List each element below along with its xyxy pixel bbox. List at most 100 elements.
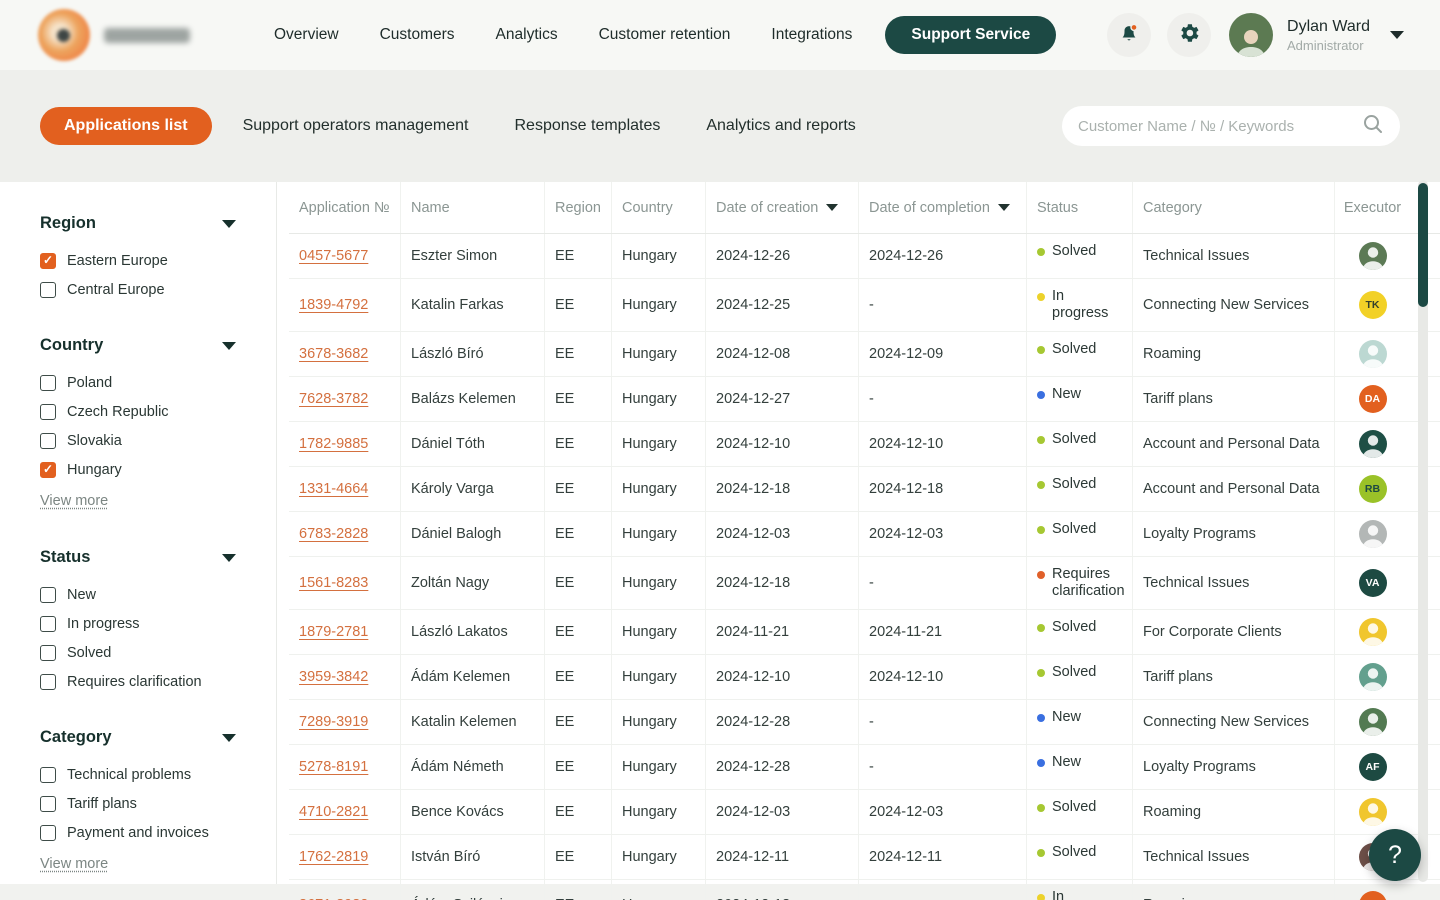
status-dot-icon [1037,436,1045,444]
search-input[interactable] [1078,118,1362,135]
filter-section-title: Category [40,728,112,747]
category-cell: Roaming [1133,790,1335,834]
checkbox[interactable] [40,616,56,632]
executor-initials-avatar[interactable]: TK [1359,291,1387,319]
nav-item-overview[interactable]: Overview [274,26,339,44]
executor-initials-avatar[interactable]: DA [1359,385,1387,413]
date-creation-cell: 2024-12-11 [706,835,859,879]
checkbox[interactable] [40,433,56,449]
filter-option-eastern-europe[interactable]: Eastern Europe [40,253,236,269]
application-link[interactable]: 5278-8191 [299,759,368,775]
status-label: Solved [1052,476,1096,493]
view-more-link[interactable]: View more [40,856,108,872]
filter-section-header[interactable]: Status [40,548,236,567]
status-cell: Solved [1027,422,1133,466]
application-link[interactable]: 3959-3842 [299,669,368,685]
filter-section-header[interactable]: Region [40,214,236,233]
filter-option-requires-clarification[interactable]: Requires clarification [40,674,236,690]
checkbox[interactable] [40,587,56,603]
search-box[interactable] [1062,106,1400,146]
tab-analytics-and-reports[interactable]: Analytics and reports [706,117,855,135]
application-link[interactable]: 1561-8283 [299,575,368,591]
executor-photo-avatar[interactable] [1359,242,1387,270]
checkbox[interactable] [40,767,56,783]
filter-option-czech-republic[interactable]: Czech Republic [40,404,236,420]
filter-option-solved[interactable]: Solved [40,645,236,661]
sort-icon[interactable] [826,204,838,211]
filter-option-payment-and-invoices[interactable]: Payment and invoices [40,825,236,841]
nav-item-analytics[interactable]: Analytics [496,26,558,44]
application-number-cell: 5278-8191 [289,745,401,789]
help-button[interactable]: ? [1369,829,1421,881]
executor-photo-avatar[interactable] [1359,340,1387,368]
application-link[interactable]: 1782-9885 [299,436,368,452]
application-link[interactable]: 6783-2828 [299,526,368,542]
user-avatar[interactable] [1229,13,1273,57]
nav-item-customers[interactable]: Customers [380,26,455,44]
category-cell: Account and Personal Data [1133,422,1335,466]
application-link[interactable]: 1762-2819 [299,849,368,865]
application-link[interactable]: 0457-5677 [299,248,368,264]
checkbox[interactable] [40,645,56,661]
filter-option-technical-problems[interactable]: Technical problems [40,767,236,783]
region-cell: EE [545,790,612,834]
application-link[interactable]: 1879-2781 [299,624,368,640]
executor-initials-avatar[interactable]: JH [1359,891,1387,900]
filter-section-header[interactable]: Category [40,728,236,747]
settings-button[interactable] [1167,13,1211,57]
tab-response-templates[interactable]: Response templates [515,117,661,135]
application-link[interactable]: 7289-3919 [299,714,368,730]
user-menu[interactable]: Dylan Ward Administrator [1287,18,1370,53]
nav-item-customer-retention[interactable]: Customer retention [599,26,731,44]
checkbox[interactable] [40,796,56,812]
filter-option-hungary[interactable]: Hungary [40,462,236,478]
support-service-button[interactable]: Support Service [885,16,1056,54]
executor-photo-avatar[interactable] [1359,430,1387,458]
checkbox[interactable] [40,253,56,269]
checkbox[interactable] [40,375,56,391]
view-more-link[interactable]: View more [40,493,108,509]
checkbox[interactable] [40,404,56,420]
executor-initials-avatar[interactable]: VA [1359,569,1387,597]
table-body: 0457-5677Eszter SimonEEHungary2024-12-26… [289,234,1440,900]
region-cell: EE [545,467,612,511]
chevron-down-icon [222,734,236,742]
sort-icon[interactable] [998,204,1010,211]
filter-section-title: Country [40,336,103,355]
application-link[interactable]: 7628-3782 [299,391,368,407]
filter-option-slovakia[interactable]: Slovakia [40,433,236,449]
brand-logo[interactable] [38,9,260,61]
nav-item-integrations[interactable]: Integrations [771,26,852,44]
search-icon[interactable] [1362,113,1384,140]
executor-cell: VA [1335,557,1410,609]
executor-photo-avatar[interactable] [1359,663,1387,691]
executor-photo-avatar[interactable] [1359,520,1387,548]
checkbox[interactable] [40,282,56,298]
filter-section-header[interactable]: Country [40,336,236,355]
checkbox[interactable] [40,462,56,478]
checkbox[interactable] [40,674,56,690]
notifications-button[interactable] [1107,13,1151,57]
category-cell: Tariff plans [1133,377,1335,421]
executor-initials-avatar[interactable]: RB [1359,475,1387,503]
filter-option-poland[interactable]: Poland [40,375,236,391]
filter-option-in-progress[interactable]: In progress [40,616,236,632]
executor-initials-avatar[interactable]: AF [1359,753,1387,781]
tab-applications-list[interactable]: Applications list [40,107,212,145]
filter-option-tariff-plans[interactable]: Tariff plans [40,796,236,812]
executor-photo-avatar[interactable] [1359,708,1387,736]
filter-option-new[interactable]: New [40,587,236,603]
application-link[interactable]: 3678-3682 [299,346,368,362]
tab-support-operators-management[interactable]: Support operators management [243,117,469,135]
application-link[interactable]: 1839-4792 [299,297,368,313]
chevron-down-icon[interactable] [1390,31,1404,39]
executor-photo-avatar[interactable] [1359,798,1387,826]
application-link[interactable]: 4710-2821 [299,804,368,820]
column-header-application-: Application № [289,182,401,233]
application-link[interactable]: 1331-4664 [299,481,368,497]
executor-photo-avatar[interactable] [1359,618,1387,646]
scrollbar-thumb[interactable] [1418,183,1428,307]
filter-option-central-europe[interactable]: Central Europe [40,282,236,298]
table-row: 1762-2819István BíróEEHungary2024-12-112… [289,835,1440,880]
checkbox[interactable] [40,825,56,841]
